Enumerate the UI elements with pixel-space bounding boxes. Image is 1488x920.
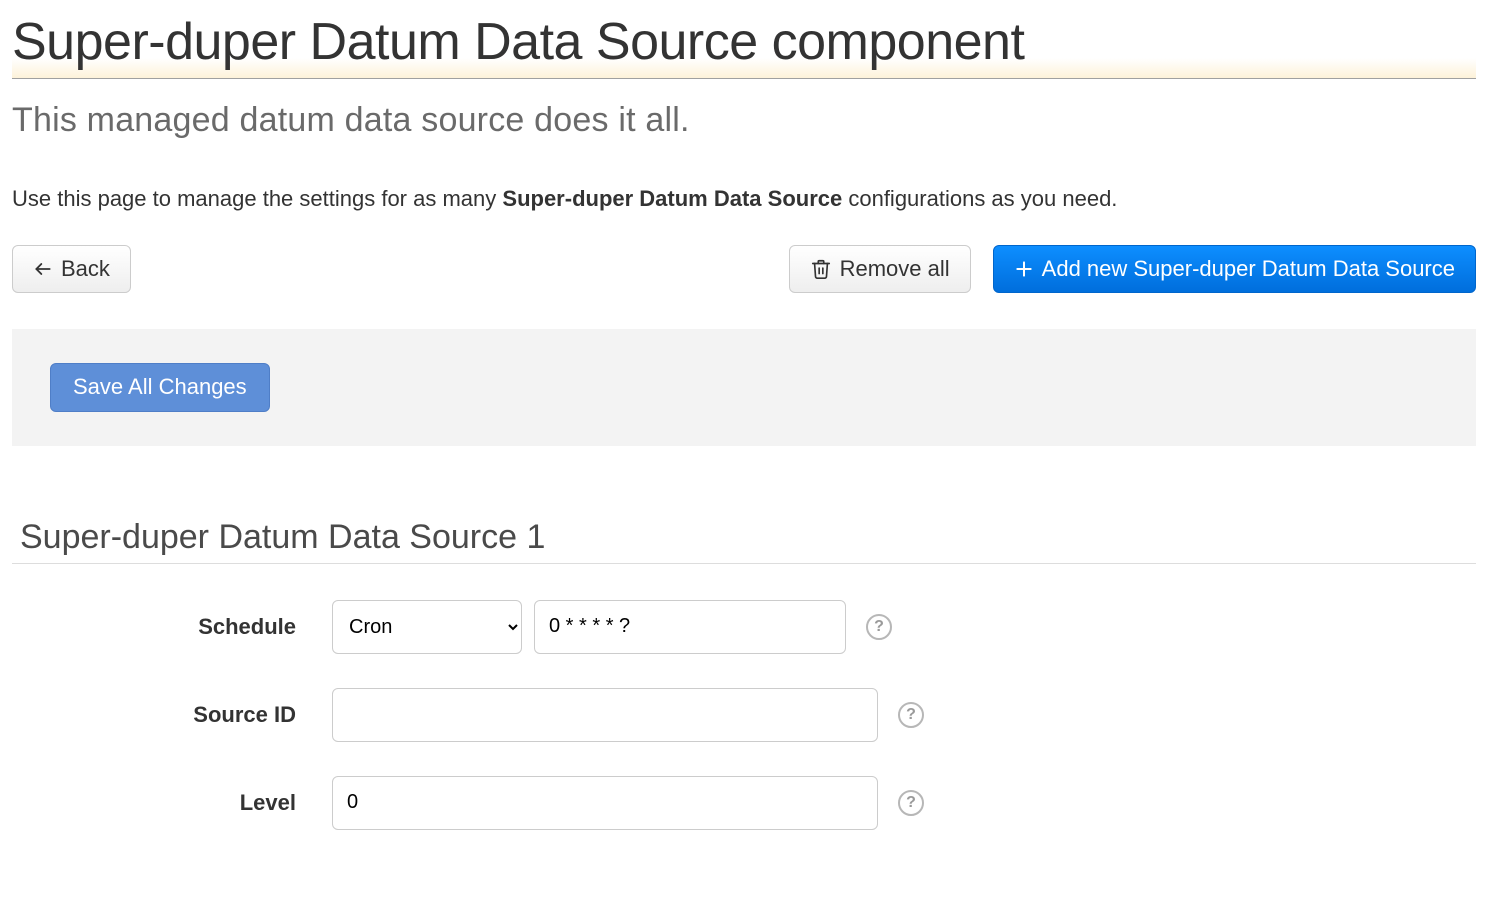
schedule-type-select[interactable]: Cron — [332, 600, 522, 654]
back-button[interactable]: Back — [12, 245, 131, 293]
action-button-row: Back Remove all Add new Super-duper Datu… — [12, 245, 1476, 293]
instruction-text: Use this page to manage the settings for… — [12, 182, 1476, 215]
level-row: Level ? — [12, 776, 1476, 830]
back-button-label: Back — [61, 256, 110, 282]
instruction-strong: Super-duper Datum Data Source — [502, 186, 842, 211]
add-new-button[interactable]: Add new Super-duper Datum Data Source — [993, 245, 1476, 293]
arrow-left-icon — [33, 259, 53, 279]
level-input[interactable] — [332, 776, 878, 830]
source-id-row: Source ID ? — [12, 688, 1476, 742]
instruction-prefix: Use this page to manage the settings for… — [12, 186, 502, 211]
schedule-label: Schedule — [12, 614, 332, 640]
help-icon[interactable]: ? — [866, 614, 892, 640]
save-all-button[interactable]: Save All Changes — [50, 363, 270, 411]
schedule-row: Schedule Cron ? — [12, 600, 1476, 654]
help-icon[interactable]: ? — [898, 790, 924, 816]
remove-all-button[interactable]: Remove all — [789, 245, 971, 293]
page-subtitle: This managed datum data source does it a… — [12, 101, 1476, 140]
page-title: Super-duper Datum Data Source component — [12, 12, 1476, 79]
section-title: Super-duper Datum Data Source 1 — [12, 518, 1476, 564]
trash-icon — [810, 258, 832, 280]
schedule-expression-input[interactable] — [534, 600, 846, 654]
plus-icon — [1014, 259, 1034, 279]
help-icon[interactable]: ? — [898, 702, 924, 728]
save-bar: Save All Changes — [12, 329, 1476, 445]
level-label: Level — [12, 790, 332, 816]
source-id-label: Source ID — [12, 702, 332, 728]
instruction-suffix: configurations as you need. — [842, 186, 1117, 211]
source-id-input[interactable] — [332, 688, 878, 742]
remove-all-button-label: Remove all — [840, 256, 950, 282]
add-new-button-label: Add new Super-duper Datum Data Source — [1042, 256, 1455, 282]
